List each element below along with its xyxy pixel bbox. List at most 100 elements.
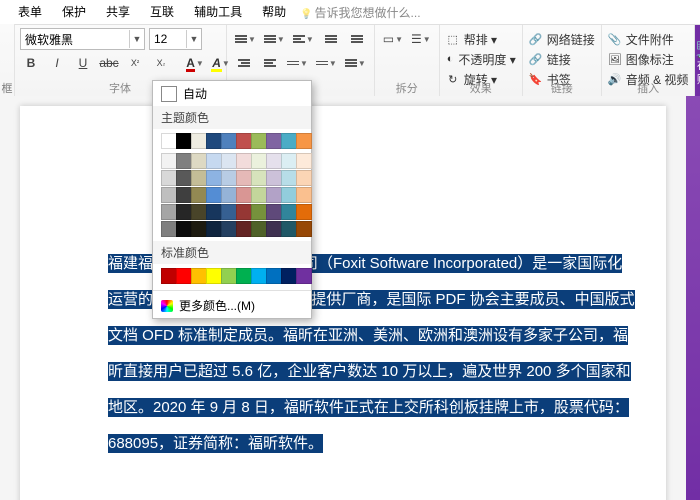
color-swatch[interactable] [176, 187, 192, 203]
color-swatch[interactable] [176, 133, 192, 149]
color-swatch[interactable] [266, 204, 282, 220]
color-swatch[interactable] [266, 221, 282, 237]
color-swatch[interactable] [161, 153, 177, 169]
color-swatch[interactable] [296, 187, 312, 203]
color-swatch[interactable] [206, 133, 222, 149]
color-swatch[interactable] [266, 268, 282, 284]
menu-help[interactable]: 帮助 [252, 0, 296, 24]
color-swatch[interactable] [251, 153, 267, 169]
color-swatch[interactable] [221, 153, 237, 169]
arrange-button[interactable]: ⬚帮排 ▾ [446, 29, 516, 49]
color-swatch[interactable] [281, 204, 297, 220]
color-swatch[interactable] [251, 268, 267, 284]
color-swatch[interactable] [281, 153, 297, 169]
color-auto[interactable]: 自动 [153, 81, 311, 106]
color-swatch[interactable] [161, 170, 177, 186]
color-swatch[interactable] [281, 170, 297, 186]
split-button[interactable]: ▭▼ [381, 29, 405, 49]
superscript-button[interactable]: X [124, 53, 146, 73]
color-swatch[interactable] [191, 268, 207, 284]
color-swatch[interactable] [176, 170, 192, 186]
color-swatch[interactable] [281, 187, 297, 203]
menu-connect[interactable]: 互联 [140, 0, 184, 24]
color-swatch[interactable] [296, 268, 312, 284]
menu-accessibility[interactable]: 辅助工具 [184, 0, 252, 24]
color-swatch[interactable] [281, 133, 297, 149]
color-swatch[interactable] [161, 268, 177, 284]
font-name-combo[interactable]: ▼ [20, 28, 145, 50]
color-swatch[interactable] [176, 221, 192, 237]
spacing-before-button[interactable]: ▼ [285, 53, 310, 73]
justify-button[interactable] [346, 29, 368, 49]
color-swatch[interactable] [161, 187, 177, 203]
more-colors[interactable]: 更多颜色...(M) [153, 293, 311, 318]
color-swatch[interactable] [206, 187, 222, 203]
color-swatch[interactable] [221, 170, 237, 186]
chevron-down-icon[interactable]: ▼ [129, 30, 144, 48]
color-swatch[interactable] [206, 170, 222, 186]
menu-protect[interactable]: 保护 [52, 0, 96, 24]
color-swatch[interactable] [266, 153, 282, 169]
color-swatch[interactable] [281, 268, 297, 284]
color-swatch[interactable] [236, 268, 252, 284]
tell-me-hint[interactable]: 告诉我您想做什么... [300, 4, 420, 21]
indent-decrease-button[interactable] [233, 53, 255, 73]
menu-form[interactable]: 表单 [8, 0, 52, 24]
color-swatch[interactable] [191, 153, 207, 169]
color-swatch[interactable] [251, 170, 267, 186]
menu-share[interactable]: 共享 [96, 0, 140, 24]
right-sidebar[interactable] [686, 96, 700, 500]
color-swatch[interactable] [191, 204, 207, 220]
color-swatch[interactable] [206, 221, 222, 237]
color-swatch[interactable] [176, 153, 192, 169]
color-swatch[interactable] [236, 187, 252, 203]
color-swatch[interactable] [221, 133, 237, 149]
weblink-button[interactable]: 🔗网络链接 [529, 29, 595, 49]
color-swatch[interactable] [281, 221, 297, 237]
color-swatch[interactable] [296, 153, 312, 169]
font-name-input[interactable] [21, 30, 129, 48]
color-swatch[interactable] [236, 133, 252, 149]
underline-button[interactable]: U [72, 53, 94, 73]
color-swatch[interactable] [191, 221, 207, 237]
color-swatch[interactable] [191, 187, 207, 203]
image-annot-button[interactable]: 🖼图像标注 [608, 49, 689, 69]
line-spacing-button[interactable] [320, 29, 342, 49]
color-swatch[interactable] [161, 133, 177, 149]
chevron-down-icon[interactable]: ▼ [186, 30, 201, 48]
opacity-button[interactable]: ◐不透明度 ▾ [446, 49, 516, 69]
numbering-button[interactable]: ▼ [262, 29, 287, 49]
color-swatch[interactable] [266, 133, 282, 149]
color-swatch[interactable] [251, 221, 267, 237]
color-swatch[interactable] [221, 204, 237, 220]
color-swatch[interactable] [296, 204, 312, 220]
color-swatch[interactable] [266, 170, 282, 186]
italic-button[interactable]: I [46, 53, 68, 73]
color-swatch[interactable] [206, 204, 222, 220]
font-color-button[interactable]: A▼ [184, 53, 206, 73]
color-swatch[interactable] [236, 204, 252, 220]
color-swatch[interactable] [236, 153, 252, 169]
align-button[interactable]: ▼ [291, 29, 316, 49]
bold-button[interactable]: B [20, 53, 42, 73]
color-swatch[interactable] [296, 170, 312, 186]
color-swatch[interactable] [221, 187, 237, 203]
color-swatch[interactable] [236, 170, 252, 186]
attach-file-button[interactable]: 📎文件附件 [608, 29, 689, 49]
color-swatch[interactable] [206, 268, 222, 284]
color-swatch[interactable] [221, 221, 237, 237]
link-button[interactable]: 🔗链接 [529, 49, 595, 69]
merge-button[interactable]: ☰▼ [409, 29, 433, 49]
color-swatch[interactable] [221, 268, 237, 284]
color-swatch[interactable] [296, 133, 312, 149]
bullets-button[interactable]: ▼ [233, 29, 258, 49]
color-swatch[interactable] [191, 133, 207, 149]
font-size-input[interactable] [150, 30, 186, 48]
color-swatch[interactable] [176, 204, 192, 220]
color-swatch[interactable] [251, 204, 267, 220]
color-swatch[interactable] [161, 204, 177, 220]
subscript-button[interactable]: X [150, 53, 172, 73]
text-dir-button[interactable]: ▼ [343, 53, 368, 73]
online-purchase-button[interactable]: 🛒 在线购买 [695, 25, 700, 97]
color-swatch[interactable] [251, 133, 267, 149]
